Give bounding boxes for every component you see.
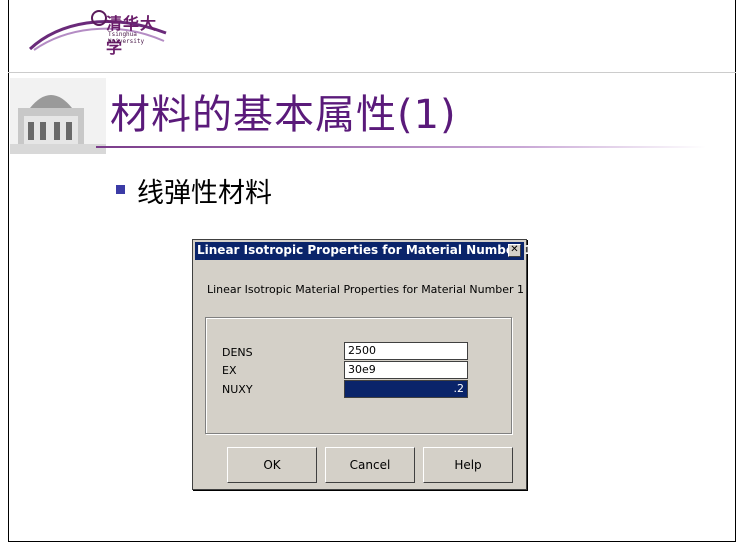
ok-button[interactable]: OK: [227, 447, 317, 483]
university-seal-icon: [91, 10, 107, 26]
dialog-title: Linear Isotropic Properties for Material…: [197, 243, 533, 257]
help-button[interactable]: Help: [423, 447, 513, 483]
tsinghua-logo: 清华大学 Tsinghua University: [28, 3, 168, 57]
ex-label: EX: [222, 364, 237, 377]
logo-english-name: Tsinghua University: [108, 31, 145, 45]
close-button[interactable]: ✕: [508, 244, 521, 257]
nuxy-label: NUXY: [222, 383, 253, 396]
header-divider: [8, 72, 736, 73]
slide-title: 材料的基本属性(1): [110, 92, 457, 138]
dialog-description: Linear Isotropic Material Properties for…: [207, 283, 525, 296]
properties-group: DENS 2500 EX 30e9 NUXY .2: [205, 317, 512, 434]
ex-input[interactable]: 30e9: [344, 361, 468, 379]
nuxy-input[interactable]: .2: [344, 380, 468, 398]
building-image: [10, 78, 106, 154]
dens-input[interactable]: 2500: [344, 342, 468, 360]
bullet-text: 线弹性材料: [137, 178, 272, 209]
cancel-button[interactable]: Cancel: [325, 447, 415, 483]
dens-label: DENS: [222, 346, 253, 359]
dialog-titlebar[interactable]: Linear Isotropic Properties for Material…: [195, 242, 532, 260]
material-properties-dialog: Linear Isotropic Properties for Material…: [192, 239, 532, 490]
title-underline: [96, 146, 706, 148]
close-icon: ✕: [510, 244, 519, 255]
bullet-square-icon: [116, 185, 125, 194]
